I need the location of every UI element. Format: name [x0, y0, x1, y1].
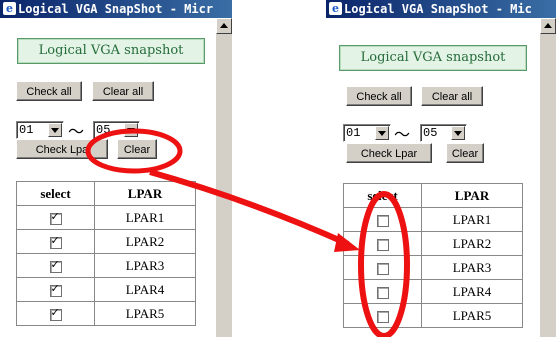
table-row: LPAR3: [16, 253, 196, 278]
clear-all-button[interactable]: Clear all: [92, 81, 154, 101]
page-content: Logical VGA snapshot Check all Clear all…: [0, 18, 214, 337]
from-lpar-select[interactable]: 01: [16, 121, 64, 139]
to-lpar-value: 05: [423, 126, 438, 140]
table-row: LPAR4: [16, 277, 196, 302]
to-lpar-select[interactable]: 05: [420, 124, 467, 142]
from-lpar-value: 01: [346, 126, 361, 140]
dropdown-arrow-icon[interactable]: [48, 123, 62, 137]
vertical-scrollbar[interactable]: [215, 18, 232, 337]
select-cell: [343, 231, 422, 256]
from-lpar-value: 01: [19, 123, 34, 137]
row-checkbox[interactable]: [376, 310, 389, 323]
select-cell: [16, 301, 95, 326]
row-checkbox[interactable]: [376, 214, 389, 227]
check-lpar-button[interactable]: Check Lpa: [16, 139, 108, 159]
row-checkbox[interactable]: [49, 234, 62, 249]
select-cell: [343, 279, 422, 304]
left-browser-window: e Logical VGA SnapShot - Micr Logical VG…: [0, 0, 232, 337]
select-cell: [343, 303, 422, 328]
lpar-name-cell: LPAR5: [421, 303, 523, 328]
row-checkbox[interactable]: [376, 286, 389, 299]
table-row: LPAR3: [343, 255, 523, 280]
range-separator: 〜: [394, 125, 411, 144]
select-column-header: select: [16, 181, 95, 206]
lpar-name-cell: LPAR1: [421, 207, 523, 232]
from-lpar-select[interactable]: 01: [343, 124, 391, 142]
dropdown-arrow-icon[interactable]: [375, 126, 389, 140]
clear-button[interactable]: Clear: [446, 143, 484, 163]
table-row: LPAR1: [16, 205, 196, 230]
select-column-header: select: [343, 183, 422, 208]
row-checkbox[interactable]: [49, 210, 62, 225]
lpar-name-cell: LPAR3: [94, 253, 196, 278]
table-header-row: select LPAR: [16, 181, 196, 206]
select-cell: [16, 205, 95, 230]
ie-app-icon: e: [329, 2, 342, 15]
page-content: Logical VGA snapshot Check all Clear all…: [326, 18, 538, 337]
page-banner: Logical VGA snapshot: [17, 38, 205, 64]
table-header-row: select LPAR: [343, 183, 523, 208]
select-cell: [16, 277, 95, 302]
table-row: LPAR2: [343, 231, 523, 256]
check-all-button[interactable]: Check all: [16, 81, 82, 101]
row-checkbox[interactable]: [49, 282, 62, 297]
lpar-name-cell: LPAR4: [94, 277, 196, 302]
to-lpar-select[interactable]: 05: [93, 121, 140, 139]
window-title: Logical VGA SnapShot - Micr: [18, 2, 214, 16]
select-cell: [16, 253, 95, 278]
dropdown-arrow-icon[interactable]: [124, 123, 138, 137]
lpar-name-cell: LPAR1: [94, 205, 196, 230]
to-lpar-value: 05: [96, 123, 111, 137]
select-cell: [343, 255, 422, 280]
window-title: Logical VGA SnapShot - Mic: [344, 2, 532, 16]
lpar-table: select LPAR LPAR1LPAR2LPAR3LPAR4LPAR5: [16, 181, 196, 326]
lpar-column-header: LPAR: [421, 183, 523, 208]
lpar-name-cell: LPAR2: [94, 229, 196, 254]
lpar-name-cell: LPAR5: [94, 301, 196, 326]
lpar-name-cell: LPAR4: [421, 279, 523, 304]
row-checkbox[interactable]: [49, 306, 62, 321]
lpar-name-cell: LPAR3: [421, 255, 523, 280]
select-cell: [16, 229, 95, 254]
title-bar: e Logical VGA SnapShot - Micr: [0, 0, 232, 18]
check-lpar-button[interactable]: Check Lpar: [346, 143, 432, 163]
scroll-up-arrow-icon[interactable]: [216, 18, 232, 34]
right-browser-window: e Logical VGA SnapShot - Mic Logical VGA…: [326, 0, 556, 337]
clear-all-button[interactable]: Clear all: [421, 86, 483, 106]
lpar-name-cell: LPAR2: [421, 231, 523, 256]
row-checkbox[interactable]: [376, 262, 389, 275]
scroll-up-arrow-icon[interactable]: [540, 18, 556, 34]
ie-app-icon: e: [3, 2, 16, 15]
table-row: LPAR2: [16, 229, 196, 254]
lpar-table: select LPAR LPAR1LPAR2LPAR3LPAR4LPAR5: [343, 183, 523, 328]
table-row: LPAR5: [16, 301, 196, 326]
clear-button[interactable]: Clear: [117, 139, 157, 159]
table-row: LPAR5: [343, 303, 523, 328]
check-all-button[interactable]: Check all: [346, 86, 412, 106]
table-row: LPAR1: [343, 207, 523, 232]
select-cell: [343, 207, 422, 232]
row-checkbox[interactable]: [376, 238, 389, 251]
lpar-column-header: LPAR: [94, 181, 196, 206]
row-checkbox[interactable]: [49, 258, 62, 273]
title-bar: e Logical VGA SnapShot - Mic: [326, 0, 556, 18]
page-banner: Logical VGA snapshot: [339, 45, 527, 71]
dropdown-arrow-icon[interactable]: [451, 126, 465, 140]
table-row: LPAR4: [343, 279, 523, 304]
vertical-scrollbar[interactable]: [539, 18, 556, 337]
